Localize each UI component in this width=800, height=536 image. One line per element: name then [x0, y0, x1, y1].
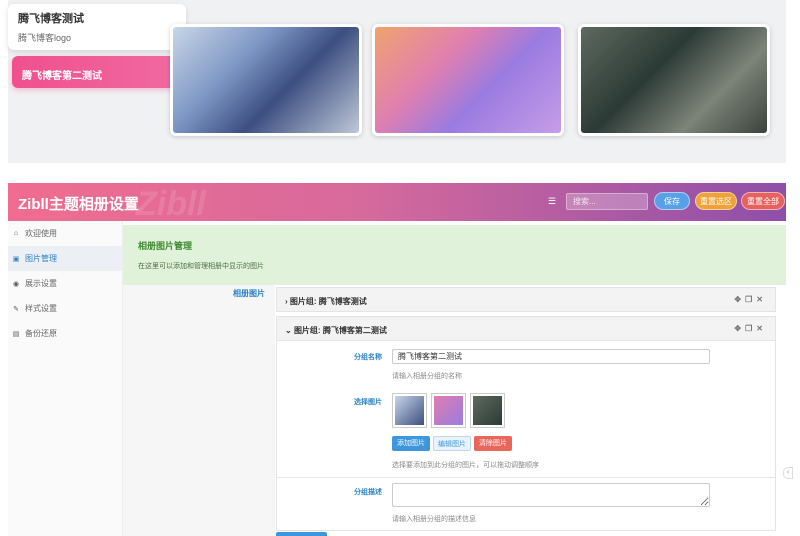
preview-area: 腾飞博客测试 腾飞博客logo 腾飞博客第二测试 — [8, 0, 786, 163]
header-watermark: Zibll — [136, 185, 206, 223]
images-hint: 选择要添加到此分组的图片，可以拖动调整顺序 — [392, 462, 539, 469]
reset-section-button[interactable]: 重置选区 — [695, 192, 737, 210]
selected-image-3[interactable] — [470, 393, 505, 428]
camera-icon: ▣ — [12, 255, 20, 263]
card-subtitle: 腾飞博客logo — [18, 33, 72, 43]
reset-all-button[interactable]: 重置全部 — [741, 192, 785, 210]
field-label-column — [123, 285, 275, 536]
desc-hint: 请输入相册分组的描述信息 — [392, 516, 476, 523]
sidebar-item-display[interactable]: ◉ 展示设置 — [8, 271, 122, 296]
images-label: 选择图片 — [354, 399, 382, 406]
field-label: 相册图片 — [233, 289, 265, 298]
image-group-expanded[interactable]: ⌄ 图片组: 腾飞博客第二测试 ✥❐✕ — [276, 316, 776, 341]
save-button[interactable]: 保存 — [654, 192, 690, 210]
notice-box: 相册图片管理 在这里可以添加和管理相册中显示的图片 — [123, 225, 786, 285]
group-name-input[interactable] — [392, 349, 710, 364]
brush-icon: ✎ — [13, 305, 19, 313]
eye-icon: ◉ — [12, 280, 20, 288]
edit-images-button[interactable]: 编辑图片 — [433, 436, 471, 451]
divider — [277, 477, 775, 478]
group-actions: ✥❐✕ — [734, 324, 767, 333]
preview-image-1[interactable] — [170, 24, 362, 136]
sidebar-item-backup[interactable]: ▤ 备份还原 — [8, 321, 122, 346]
notice-text: 在这里可以添加和管理相册中显示的图片 — [138, 263, 264, 270]
settings-sidebar: ⌂ 欢迎使用 ▣ 图片管理 ◉ 展示设置 ✎ 样式设置 ▤ 备份还原 — [8, 221, 123, 536]
group-label: 图片组: 腾飞博客第二测试 — [293, 326, 387, 335]
album-card[interactable]: 腾飞博客测试 腾飞博客logo — [8, 4, 186, 50]
sidebar-item-label: 备份还原 — [25, 329, 57, 338]
settings-header: Zibll Zibll主题相册设置 ☰ 保存 重置选区 重置全部 — [8, 183, 786, 223]
settings-main: 相册图片管理 在这里可以添加和管理相册中显示的图片 相册图片 › 图片组: 腾飞… — [123, 221, 786, 536]
add-group-button[interactable] — [276, 532, 327, 536]
desc-label: 分组描述 — [354, 489, 382, 496]
album-tab-second[interactable]: 腾飞博客第二测试 — [12, 56, 182, 88]
preview-image-3[interactable] — [578, 24, 770, 136]
group-label: 图片组: 腾飞博客测试 — [289, 297, 367, 306]
selected-image-1[interactable] — [392, 393, 427, 428]
database-icon: ▤ — [12, 330, 20, 338]
sidebar-item-label: 欢迎使用 — [25, 229, 57, 238]
sidebar-item-label: 图片管理 — [25, 254, 57, 263]
add-images-button[interactable]: 添加图片 — [392, 436, 430, 451]
sidebar-item-label: 样式设置 — [25, 304, 57, 313]
name-label: 分组名称 — [354, 354, 382, 361]
chevron-right-icon: › — [285, 297, 288, 306]
close-icon[interactable]: ✕ — [756, 295, 767, 304]
move-icon[interactable]: ✥ — [734, 295, 745, 304]
clear-images-button[interactable]: 清除图片 — [474, 436, 512, 451]
group-actions: ✥❐✕ — [734, 295, 767, 304]
group-fields: 分组名称 请输入相册分组的名称 选择图片 添加图片 编辑图片 清除图片 选择要添… — [276, 341, 776, 531]
chevron-down-icon: ⌄ — [285, 326, 292, 335]
name-hint: 请输入相册分组的名称 — [392, 373, 462, 380]
move-icon[interactable]: ✥ — [734, 324, 745, 333]
preview-image-2[interactable] — [372, 24, 564, 136]
scroll-toggle[interactable]: ‹ — [783, 467, 793, 479]
copy-icon[interactable]: ❐ — [745, 324, 756, 333]
sidebar-item-welcome[interactable]: ⌂ 欢迎使用 — [8, 221, 122, 246]
list-icon[interactable]: ☰ — [548, 196, 558, 206]
search-input[interactable] — [566, 193, 648, 210]
close-icon[interactable]: ✕ — [756, 324, 767, 333]
settings-title: Zibll主题相册设置 — [18, 196, 139, 213]
copy-icon[interactable]: ❐ — [745, 295, 756, 304]
group-description-textarea[interactable] — [392, 483, 710, 507]
image-group-collapsed[interactable]: › 图片组: 腾飞博客测试 ✥❐✕ — [276, 287, 776, 312]
sidebar-item-images[interactable]: ▣ 图片管理 — [8, 246, 122, 271]
notice-title: 相册图片管理 — [138, 241, 193, 251]
card-title: 腾飞博客测试 — [18, 13, 84, 25]
sidebar-item-style[interactable]: ✎ 样式设置 — [8, 296, 122, 321]
selected-image-2[interactable] — [431, 393, 466, 428]
sidebar-item-label: 展示设置 — [25, 279, 57, 288]
home-icon: ⌂ — [13, 230, 19, 237]
